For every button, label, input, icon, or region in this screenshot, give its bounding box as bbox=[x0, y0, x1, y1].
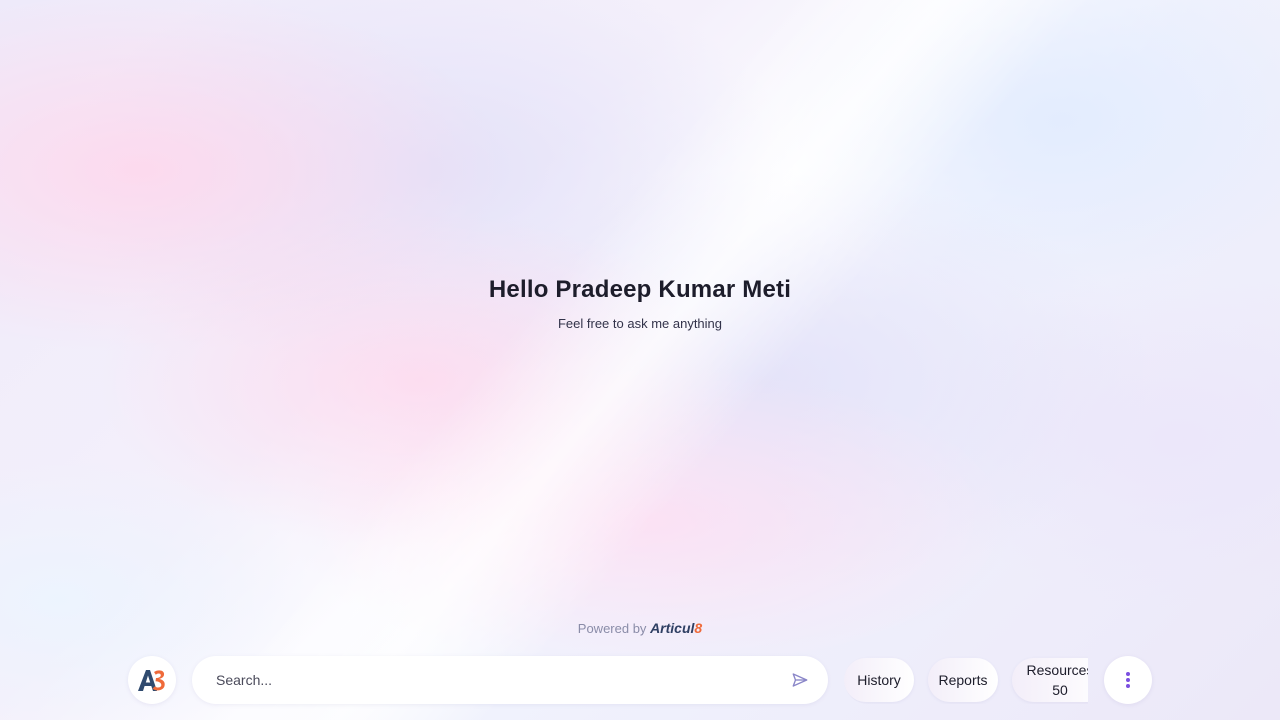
resources-button[interactable]: Resources 50 bbox=[1012, 658, 1088, 702]
brand-text: Articul bbox=[650, 620, 695, 636]
background-sheen bbox=[0, 0, 1280, 720]
resources-count: 50 bbox=[1052, 682, 1068, 698]
quick-actions: History Reports Resources 50 bbox=[844, 656, 1088, 704]
reports-label: Reports bbox=[938, 672, 988, 688]
brand-name: Articul8 bbox=[650, 620, 702, 636]
resources-label: Resources bbox=[1026, 662, 1088, 678]
send-icon[interactable] bbox=[788, 668, 812, 692]
powered-by: Powered by Articul8 bbox=[0, 620, 1280, 636]
more-vertical-icon[interactable] bbox=[1104, 656, 1152, 704]
greeting-section: Hello Pradeep Kumar Meti Feel free to as… bbox=[0, 274, 1280, 332]
history-label: History bbox=[857, 672, 901, 688]
bottom-bar: History Reports Resources 50 bbox=[128, 656, 1152, 704]
brand-suffix: 8 bbox=[694, 620, 703, 636]
powered-by-label: Powered by bbox=[577, 621, 647, 636]
a8-logo-icon[interactable] bbox=[128, 656, 176, 704]
search-box bbox=[192, 656, 828, 704]
search-input[interactable] bbox=[216, 668, 776, 692]
greeting-title: Hello Pradeep Kumar Meti bbox=[488, 276, 792, 303]
greeting-subtitle: Feel free to ask me anything bbox=[557, 316, 723, 331]
reports-button[interactable]: Reports bbox=[928, 658, 998, 702]
history-button[interactable]: History bbox=[844, 658, 914, 702]
